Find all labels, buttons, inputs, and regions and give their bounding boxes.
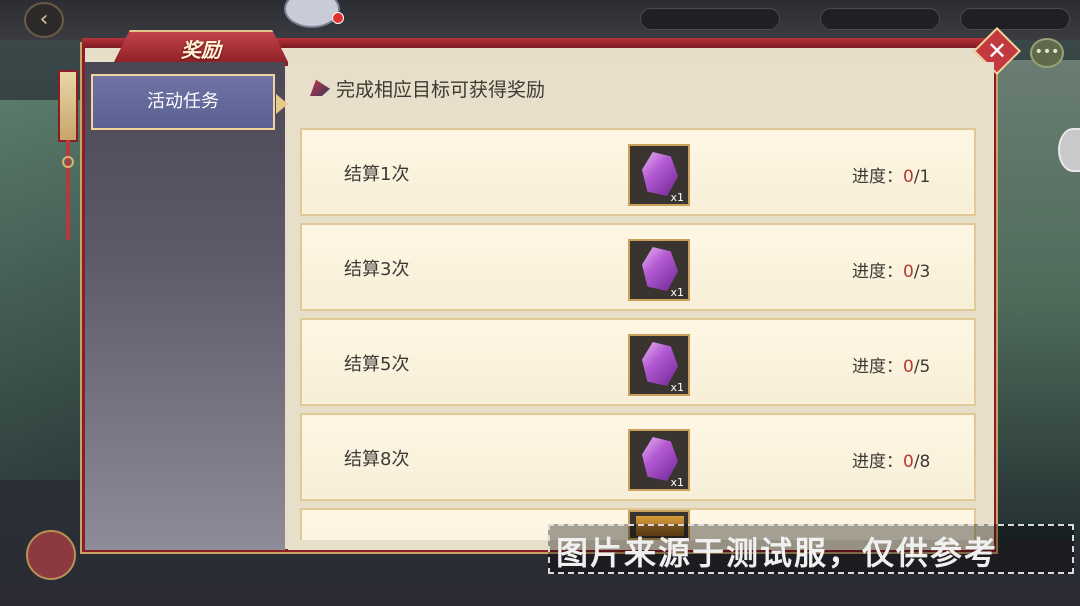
side-handle[interactable] <box>1058 128 1080 172</box>
lantern-decoration <box>58 70 78 142</box>
selected-arrow-icon <box>276 94 288 114</box>
sidebar <box>85 62 285 550</box>
progress-label: 进度： <box>852 262 903 282</box>
chat-icon[interactable]: ••• <box>1030 38 1064 68</box>
progress-total: /5 <box>913 357 931 377</box>
progress-total: /1 <box>913 167 931 187</box>
purple-crystal-icon <box>642 437 678 481</box>
reward-quantity: x1 <box>670 476 684 489</box>
list-item[interactable]: 结算5次 x1 进度：0/5 <box>300 318 976 406</box>
sidebar-item-activity-tasks[interactable]: 活动任务 <box>91 74 275 130</box>
progress-total: /8 <box>913 452 931 472</box>
resource-bar <box>820 8 940 30</box>
progress-label: 进度： <box>852 167 903 187</box>
notification-dot <box>332 12 344 24</box>
reward-quantity: x1 <box>670 381 684 394</box>
reward-item[interactable]: x1 <box>628 144 690 206</box>
resource-bar <box>640 8 780 30</box>
purple-crystal-icon <box>642 247 678 291</box>
list-item[interactable]: 结算8次 x1 进度：0/8 <box>300 413 976 501</box>
reward-item[interactable]: x1 <box>628 334 690 396</box>
task-label: 结算3次 <box>344 259 410 280</box>
resource-bar <box>960 8 1070 30</box>
panel-title: 奖励 <box>181 38 221 62</box>
watermark-text: 图片来源于测试服，仅供参考 <box>556 534 999 572</box>
progress-current: 0 <box>903 452 914 472</box>
purple-crystal-icon <box>642 342 678 386</box>
reward-item[interactable]: x1 <box>628 239 690 301</box>
reward-quantity: x1 <box>670 191 684 204</box>
progress-text: 进度：0/1 <box>852 162 930 187</box>
progress-text: 进度：0/3 <box>852 257 930 282</box>
task-label: 结算8次 <box>344 449 410 470</box>
task-label: 结算1次 <box>344 164 410 185</box>
content-header: 完成相应目标可获得奖励 <box>336 79 546 101</box>
reward-item[interactable]: x1 <box>628 429 690 491</box>
progress-total: /3 <box>913 262 931 282</box>
progress-text: 进度：0/8 <box>852 447 930 472</box>
purple-crystal-icon <box>642 152 678 196</box>
progress-text: 进度：0/5 <box>852 352 930 377</box>
progress-current: 0 <box>903 262 914 282</box>
avatar[interactable] <box>284 0 340 28</box>
lantern-knot-decoration <box>62 156 74 168</box>
task-list[interactable]: 结算1次 x1 进度：0/1 结算3次 x1 进度：0/3 结算5次 x1 进度… <box>298 124 982 540</box>
progress-label: 进度： <box>852 452 903 472</box>
progress-label: 进度： <box>852 357 903 377</box>
list-item[interactable]: 结算3次 x1 进度：0/3 <box>300 223 976 311</box>
character-avatar[interactable] <box>26 530 76 580</box>
progress-current: 0 <box>903 357 914 377</box>
lantern-cord-decoration <box>66 140 70 240</box>
reward-quantity: x1 <box>670 286 684 299</box>
progress-current: 0 <box>903 167 914 187</box>
back-button[interactable]: ‹ <box>24 2 64 38</box>
task-label: 结算5次 <box>344 354 410 375</box>
list-item[interactable]: 结算1次 x1 进度：0/1 <box>300 128 976 216</box>
